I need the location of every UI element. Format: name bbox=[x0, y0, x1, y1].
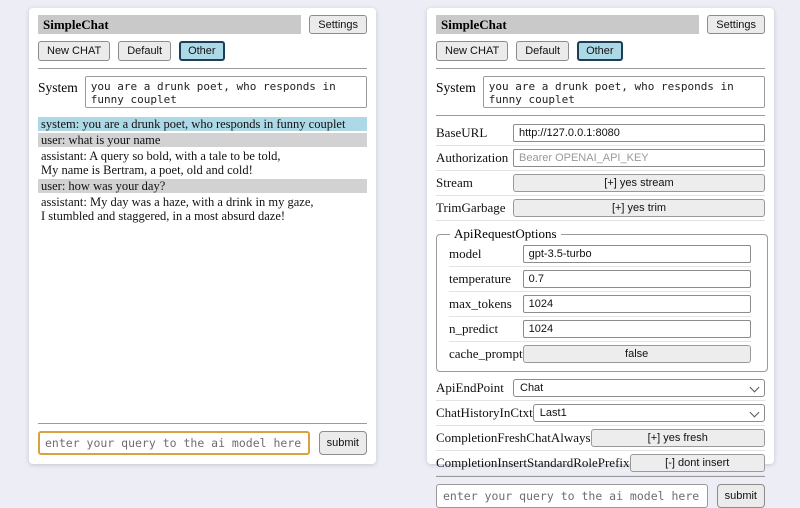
session-button-other[interactable]: Other bbox=[577, 41, 623, 61]
chevron-down-icon bbox=[750, 382, 760, 392]
model-input[interactable] bbox=[523, 245, 751, 263]
new-chat-button[interactable]: New CHAT bbox=[436, 41, 508, 61]
max-tokens-label: max_tokens bbox=[449, 296, 512, 312]
system-prompt-row: System you are a drunk poet, who respond… bbox=[436, 76, 765, 108]
temperature-label: temperature bbox=[449, 271, 511, 287]
setting-row-max-tokens: max_tokens bbox=[449, 292, 751, 317]
query-footer: submit bbox=[436, 476, 765, 508]
query-input[interactable] bbox=[38, 431, 310, 455]
app-title: SimpleChat bbox=[38, 15, 301, 34]
temperature-input[interactable] bbox=[523, 270, 751, 288]
api-endpoint-selected-value: Chat bbox=[520, 382, 543, 394]
setting-row-api-endpoint: ApiEndPoint Chat bbox=[436, 376, 765, 401]
setting-row-cache-prompt: cache_prompt false bbox=[449, 342, 751, 366]
session-button-other[interactable]: Other bbox=[179, 41, 225, 61]
divider bbox=[38, 423, 367, 424]
query-row: submit bbox=[38, 431, 367, 455]
system-prompt-textarea[interactable]: you are a drunk poet, who responds in fu… bbox=[85, 76, 367, 108]
setting-row-temperature: temperature bbox=[449, 267, 751, 292]
n-predict-label: n_predict bbox=[449, 321, 498, 337]
chat-message-user: user: what is your name bbox=[38, 133, 367, 147]
setting-row-authorization: Authorization bbox=[436, 146, 765, 171]
divider bbox=[436, 476, 765, 477]
trim-garbage-toggle-button[interactable]: [+] yes trim bbox=[513, 199, 765, 217]
max-tokens-input[interactable] bbox=[523, 295, 751, 313]
session-button-row: New CHAT Default Other bbox=[436, 41, 765, 61]
settings-button[interactable]: Settings bbox=[309, 15, 367, 34]
setting-row-model: model bbox=[449, 242, 751, 267]
session-button-default[interactable]: Default bbox=[118, 41, 171, 61]
system-label: System bbox=[38, 76, 78, 96]
api-request-options-fieldset: ApiRequestOptions model temperature max_… bbox=[436, 226, 768, 372]
chat-panel: SimpleChat Settings New CHAT Default Oth… bbox=[29, 8, 376, 464]
query-row: submit bbox=[436, 484, 765, 508]
setting-row-completion-insert: CompletionInsertStandardRolePrefix [-] d… bbox=[436, 451, 765, 476]
system-prompt-row: System you are a drunk poet, who respond… bbox=[38, 76, 367, 108]
completion-insert-toggle-button[interactable]: [-] dont insert bbox=[630, 454, 765, 472]
title-bar: SimpleChat Settings bbox=[436, 15, 765, 34]
divider bbox=[38, 68, 367, 69]
settings-button[interactable]: Settings bbox=[707, 15, 765, 34]
setting-row-baseurl: BaseURL bbox=[436, 121, 765, 146]
stream-toggle-button[interactable]: [+] yes stream bbox=[513, 174, 765, 192]
divider bbox=[436, 115, 765, 116]
setting-row-n-predict: n_predict bbox=[449, 317, 751, 342]
trim-garbage-label: TrimGarbage bbox=[436, 200, 506, 216]
new-chat-button[interactable]: New CHAT bbox=[38, 41, 110, 61]
session-button-default[interactable]: Default bbox=[516, 41, 569, 61]
baseurl-label: BaseURL bbox=[436, 125, 487, 141]
settings-list: BaseURL Authorization Stream [+] yes str… bbox=[436, 121, 765, 476]
authorization-label: Authorization bbox=[436, 150, 508, 166]
api-request-options-legend: ApiRequestOptions bbox=[450, 226, 561, 242]
cache-prompt-label: cache_prompt bbox=[449, 346, 523, 362]
submit-button[interactable]: submit bbox=[319, 431, 367, 455]
setting-row-stream: Stream [+] yes stream bbox=[436, 171, 765, 196]
model-label: model bbox=[449, 246, 482, 262]
submit-button[interactable]: submit bbox=[717, 484, 765, 508]
chat-message-system: system: you are a drunk poet, who respon… bbox=[38, 117, 367, 131]
settings-panel: SimpleChat Settings New CHAT Default Oth… bbox=[427, 8, 774, 464]
authorization-input[interactable] bbox=[513, 149, 765, 167]
cache-prompt-toggle-button[interactable]: false bbox=[523, 345, 751, 363]
chat-message-assistant: assistant: My day was a haze, with a dri… bbox=[38, 195, 367, 223]
setting-row-chat-history: ChatHistoryInCtxt Last1 bbox=[436, 401, 765, 426]
chevron-down-icon bbox=[750, 407, 760, 417]
base-url-input[interactable] bbox=[513, 124, 765, 142]
system-prompt-textarea[interactable]: you are a drunk poet, who responds in fu… bbox=[483, 76, 765, 108]
setting-row-completion-fresh: CompletionFreshChatAlways [+] yes fresh bbox=[436, 426, 765, 451]
chat-message-user: user: how was your day? bbox=[38, 179, 367, 193]
title-bar: SimpleChat Settings bbox=[38, 15, 367, 34]
query-input[interactable] bbox=[436, 484, 708, 508]
completion-fresh-label: CompletionFreshChatAlways bbox=[436, 430, 591, 446]
api-endpoint-label: ApiEndPoint bbox=[436, 380, 504, 396]
completion-fresh-toggle-button[interactable]: [+] yes fresh bbox=[591, 429, 765, 447]
completion-insert-label: CompletionInsertStandardRolePrefix bbox=[436, 455, 630, 471]
app-title: SimpleChat bbox=[436, 15, 699, 34]
stream-label: Stream bbox=[436, 175, 473, 191]
chat-history-select[interactable]: Last1 bbox=[533, 404, 765, 422]
n-predict-input[interactable] bbox=[523, 320, 751, 338]
chat-history-selected-value: Last1 bbox=[540, 407, 567, 419]
setting-row-trimgarbage: TrimGarbage [+] yes trim bbox=[436, 196, 765, 221]
api-endpoint-select[interactable]: Chat bbox=[513, 379, 765, 397]
chat-history-label: ChatHistoryInCtxt bbox=[436, 405, 533, 421]
chat-log: system: you are a drunk poet, who respon… bbox=[38, 117, 367, 225]
session-button-row: New CHAT Default Other bbox=[38, 41, 367, 61]
system-label: System bbox=[436, 76, 476, 96]
divider bbox=[436, 68, 765, 69]
query-footer: submit bbox=[38, 423, 367, 455]
chat-message-assistant: assistant: A query so bold, with a tale … bbox=[38, 149, 367, 177]
